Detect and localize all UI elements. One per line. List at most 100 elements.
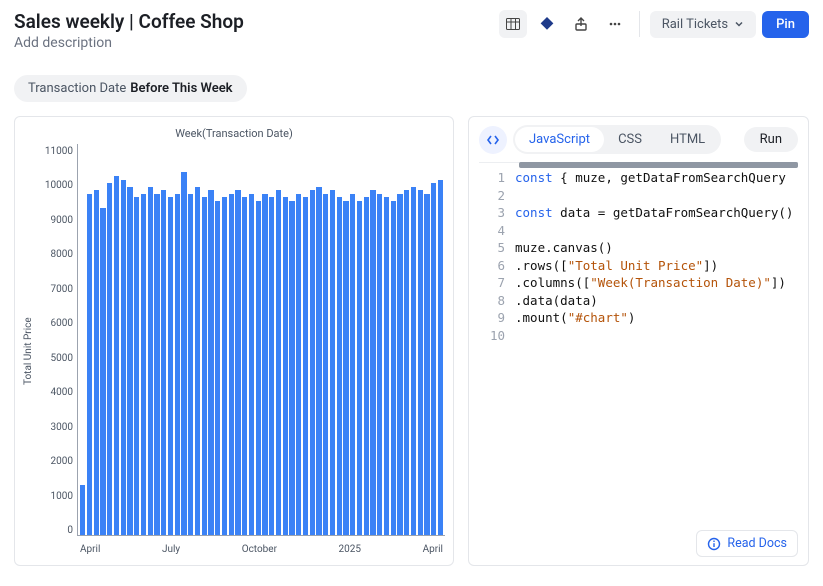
chart-panel: Week(Transaction Date) Total Unit Price … (14, 116, 454, 566)
chart-bar (107, 183, 112, 535)
chart-bar (337, 197, 342, 535)
chart-title: Week(Transaction Date) (23, 127, 445, 140)
chart-bar (161, 190, 166, 535)
chart-bar (168, 197, 173, 535)
chart-bar (364, 197, 369, 535)
chart-bar (94, 190, 99, 535)
y-tick: 5000 (51, 353, 73, 364)
filter-chip-value: Before This Week (130, 81, 232, 96)
y-tick: 6000 (51, 318, 73, 329)
chart-bar (384, 197, 389, 535)
divider (639, 11, 640, 37)
chart-y-axis-label: Total Unit Price (23, 144, 37, 558)
pin-button[interactable]: Pin (762, 11, 809, 38)
chart-bar (100, 208, 105, 535)
chart-bar (303, 197, 308, 535)
chart-bar (391, 201, 396, 535)
y-tick: 7000 (51, 284, 73, 295)
tab-html[interactable]: HTML (656, 127, 719, 152)
chart-bar (208, 190, 213, 535)
tab-javascript[interactable]: JavaScript (515, 127, 604, 152)
workspace-dropdown-label: Rail Tickets (662, 17, 728, 32)
y-tick: 1000 (51, 491, 73, 502)
chart-bar (188, 194, 193, 535)
tab-css[interactable]: CSS (604, 127, 656, 152)
y-tick: 0 (67, 525, 73, 536)
x-tick: April (80, 544, 100, 555)
chart-bar (424, 194, 429, 535)
chart-bar (222, 197, 227, 535)
chart-bar (323, 194, 328, 535)
chart-bar (289, 201, 294, 535)
read-docs-button[interactable]: Read Docs (696, 530, 798, 557)
chart-bar (262, 194, 267, 535)
chart-bar (87, 194, 92, 535)
read-docs-label: Read Docs (727, 536, 787, 551)
workspace-dropdown[interactable]: Rail Tickets (650, 11, 756, 38)
chart-bar (134, 197, 139, 535)
chart-bar (175, 194, 180, 535)
info-icon (707, 537, 721, 551)
chart-bar (283, 197, 288, 535)
horizontal-scrollbar[interactable] (519, 162, 798, 168)
run-button[interactable]: Run (744, 127, 798, 152)
chart-bar (154, 194, 159, 535)
chart-bar (195, 187, 200, 535)
chart-bar (370, 190, 375, 535)
chart-bar (404, 190, 409, 535)
chart-bar (256, 201, 261, 535)
chart-y-axis: 1100010000900080007000600050004000300020… (37, 144, 77, 558)
y-tick: 8000 (51, 249, 73, 260)
diamond-icon[interactable] (533, 10, 561, 38)
chart-bar (215, 201, 220, 535)
chart-bar (296, 194, 301, 535)
chart-bar (235, 190, 240, 535)
chart-bar (330, 190, 335, 535)
filter-chip[interactable]: Transaction Date Before This Week (14, 75, 247, 102)
chevron-down-icon (734, 19, 744, 29)
table-view-icon[interactable] (499, 10, 527, 38)
y-tick: 10000 (45, 180, 73, 191)
chart-bar (80, 485, 85, 535)
chart-x-axis: AprilJulyOctober2025April (78, 544, 445, 555)
code-editor[interactable]: 12345678910 const { muze, getDataFromSea… (479, 162, 798, 344)
chart-bar (397, 194, 402, 535)
code-panel: JavaScript CSS HTML Run 12345678910 cons… (468, 116, 809, 566)
chart-bar (127, 187, 132, 535)
x-tick: October (242, 544, 277, 555)
chart-bar (377, 194, 382, 535)
chart-bar (181, 172, 186, 535)
chart-bar (276, 190, 281, 535)
y-tick: 9000 (51, 215, 73, 226)
code-icon[interactable] (479, 126, 507, 154)
chart-bar (141, 194, 146, 535)
chart-bar (114, 176, 119, 535)
x-tick: April (423, 544, 443, 555)
y-tick: 3000 (51, 422, 73, 433)
chart-bar (249, 194, 254, 535)
y-tick: 11000 (45, 146, 73, 157)
chart-bar (357, 201, 362, 535)
chart-bar (343, 201, 348, 535)
chart-bar (438, 180, 443, 535)
chart-bar (310, 190, 315, 535)
page-title: Sales weekly | Coffee Shop (14, 10, 244, 33)
chart-bar (411, 187, 416, 535)
chart-plot-area: AprilJulyOctober2025April (77, 144, 445, 536)
chart-bar (269, 197, 274, 535)
description-placeholder[interactable]: Add description (14, 35, 244, 51)
chart-bar (121, 180, 126, 535)
y-tick: 2000 (51, 456, 73, 467)
chart-bar (242, 197, 247, 535)
chart-bar (418, 190, 423, 535)
x-tick: 2025 (339, 544, 361, 555)
chart-bar (148, 187, 153, 535)
share-icon[interactable] (567, 10, 595, 38)
more-icon[interactable] (601, 10, 629, 38)
filter-chip-label: Transaction Date (28, 81, 126, 96)
chart-bar (316, 187, 321, 535)
y-tick: 4000 (51, 387, 73, 398)
chart-bar (229, 194, 234, 535)
header-actions: Rail Tickets Pin (499, 10, 809, 38)
chart-bar (431, 183, 436, 535)
